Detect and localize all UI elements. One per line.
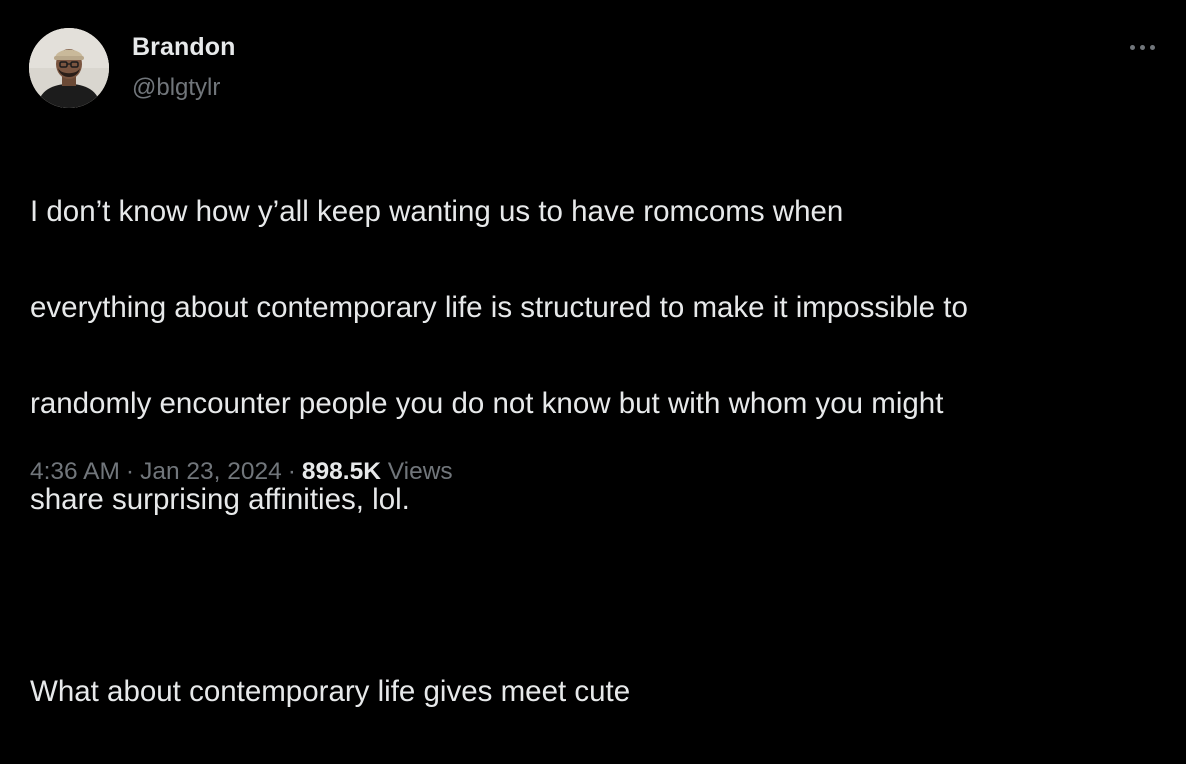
avatar[interactable] [29,28,109,108]
tweet-text: I don’t know how y’all keep wanting us t… [30,140,1170,764]
tweet-time-link[interactable]: 4:36 AM · Jan 23, 2024 [30,458,282,485]
tweet-text-line: What about contemporary life gives meet … [30,675,631,708]
tweet-text-line: randomly encounter people you do not kno… [30,387,944,420]
tweet-card: Brandon @blgtylr I don’t know how y’all … [0,0,1186,708]
more-horizontal-icon-dot-3 [1149,44,1155,50]
more-horizontal-icon [1129,44,1135,50]
views-count: 898.5K [301,458,381,485]
author-handle[interactable]: @blgtylr [132,74,220,102]
separator: · [125,458,135,485]
tweet-time: 4:36 AM [30,458,120,485]
tweet-text-line: everything about contemporary life is st… [30,291,968,324]
tweet-text-line: I don’t know how y’all keep wanting us t… [30,195,844,228]
profile-photo [29,28,109,108]
tweet-date: Jan 23, 2024 [140,458,282,485]
separator: · [287,458,296,485]
more-options-button[interactable] [1120,30,1164,64]
more-horizontal-icon-dot-2 [1139,44,1145,50]
views-link[interactable]: 898.5K Views [302,458,453,485]
author-name[interactable]: Brandon [132,33,235,62]
views-label: Views [387,458,453,485]
tweet-metadata: 4:36 AM · Jan 23, 2024 · 898.5K Views [30,458,453,486]
